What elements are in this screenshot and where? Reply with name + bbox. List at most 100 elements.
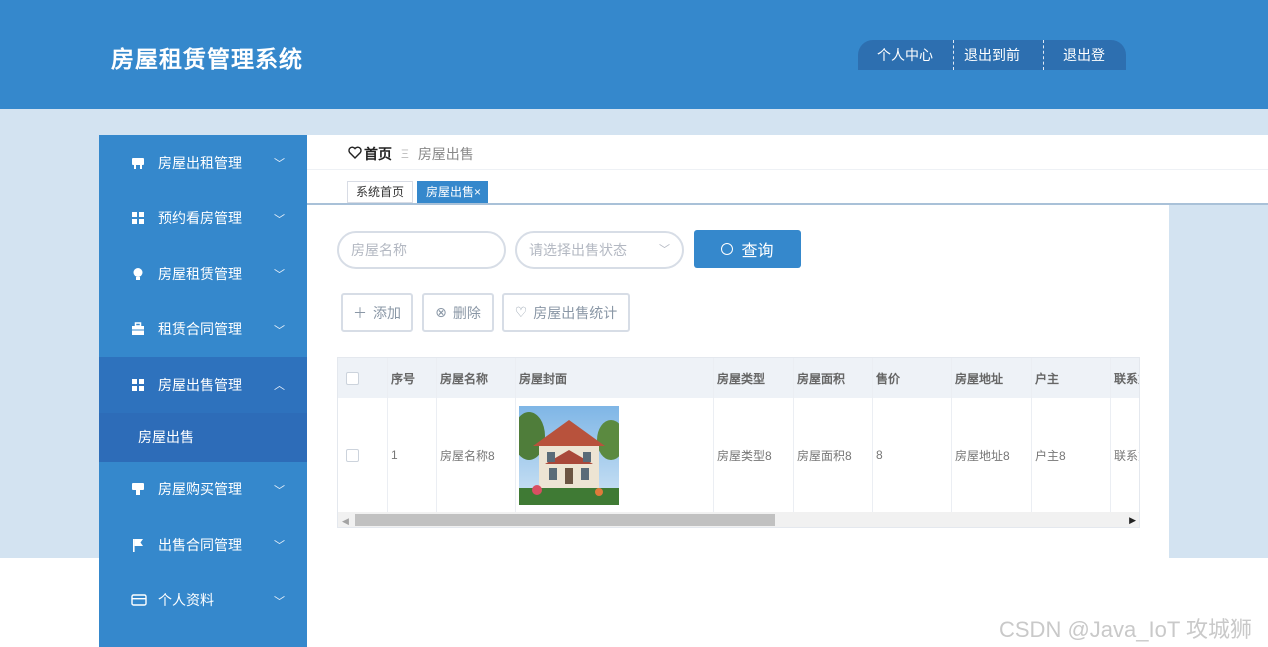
grid-icon [131,378,145,392]
sidebar-item-label: 出售合同管理 [158,536,242,553]
horizontal-scrollbar[interactable]: ◀ ▶ [338,512,1139,527]
sidebar-item-label: 预约看房管理 [158,210,242,227]
sidebar-item-label: 房屋出租管理 [158,154,242,171]
sidebar-item-house-purchase[interactable]: 房屋购买管理 ﹀ [99,462,307,518]
add-button[interactable]: ＋ 添加 [341,293,413,332]
cover-cell [516,398,714,512]
chevron-down-icon: ﹀ [274,540,285,552]
table-cell: 1 [388,398,437,512]
briefcase-icon [131,322,145,336]
sidebar-item-label: 房屋出售管理 [158,376,242,393]
plus-icon: ＋ [353,304,367,321]
sidebar-subitem-house-sale[interactable]: 房屋出售 [99,412,307,462]
exit-to-frontend-link[interactable]: 退出到前台 [954,40,1044,70]
column-header: 房屋类型 [714,358,794,398]
table-row: 1 房屋名称8 房屋类型8 房屋面积8 8 房屋地址8 户主8 联系 [338,398,1139,512]
sidebar: 房屋出租管理 ﹀ 预约看房管理 ﹀ 房屋租赁管理 ﹀ 租赁合同管理 ﹀ 房屋出售… [99,135,307,647]
breadcrumb-current: 房屋出售 [417,146,474,162]
delete-button[interactable]: ⊗ 删除 [422,293,494,332]
add-button-label: 添加 [373,304,401,321]
column-header: 售价 [873,358,952,398]
table-cell: 户主8 [1032,398,1111,512]
heart-icon: ♡ [514,304,528,320]
search-icon [721,243,734,255]
tab-bar: 系统首页 房屋出售× [347,181,492,203]
column-header: 联系方 [1111,358,1139,398]
chevron-down-icon: ﹀ [274,269,285,281]
column-header: 房屋名称 [437,358,516,398]
heart-icon [348,146,362,162]
query-button-label: 查询 [741,243,774,260]
row-checkbox[interactable] [346,448,359,462]
sidebar-item-lease-contract[interactable]: 租赁合同管理 ﹀ [99,302,307,358]
sale-status-placeholder: 请选择出售状态 [529,242,627,258]
sidebar-item-house-sale[interactable]: 房屋出售管理 ︿ [99,357,307,413]
content-top: 首页 Ξ 房屋出售 系统首页 房屋出售× [307,135,1268,205]
delete-button-label: 删除 [452,304,481,321]
chevron-down-icon: ﹀ [274,324,285,337]
scroll-thumb[interactable] [355,514,775,526]
sidebar-item-label: 个人资料 [158,592,214,609]
breadcrumb: 首页 Ξ 房屋出售 [348,144,474,164]
chevron-down-icon: ﹀ [274,158,285,170]
sale-stats-button-label: 房屋出售统计 [533,304,618,321]
table-cell: 8 [873,398,952,512]
header-select-cell [338,358,388,398]
sale-status-select[interactable]: 请选择出售状态 ﹀ [515,231,684,269]
table-cell: 联系方 [1111,398,1139,512]
breadcrumb-separator: Ξ [401,147,409,161]
app-title: 房屋租赁管理系统 [111,46,303,72]
house-cover-image [519,405,619,505]
sidebar-item-label: 房屋租赁管理 [158,265,242,282]
column-header: 房屋封面 [516,358,714,398]
close-icon[interactable]: × [474,185,481,199]
grid-icon [131,211,145,225]
table-cell: 房屋名称8 [437,398,516,512]
watermark: CSDN @Java_IoT 攻城狮 [999,617,1252,642]
tab-label: 房屋出售 [426,185,475,199]
chevron-down-icon: ﹀ [274,595,285,608]
chevron-down-icon: ﹀ [659,244,670,256]
logout-link[interactable]: 退出登录 [1044,40,1126,70]
house-icon [131,156,145,170]
data-table: 序号 房屋名称 房屋封面 房屋类型 房屋面积 售价 房屋地址 户主 联系方 1 … [337,357,1140,528]
select-all-checkbox[interactable] [346,371,359,385]
lightbulb-icon [131,267,145,281]
chevron-down-icon: ﹀ [274,484,285,497]
divider [307,169,1268,170]
query-button[interactable]: 查询 [694,230,801,268]
card-icon [131,593,147,607]
main-panel: 房屋名称 请选择出售状态 ﹀ 查询 ＋ 添加 ⊗ 删除 ♡ 房屋出售统计 序号 … [307,205,1169,558]
sidebar-item-viewing-appointment[interactable]: 预约看房管理 ﹀ [99,191,307,247]
sale-stats-button[interactable]: ♡ 房屋出售统计 [502,293,630,332]
app-header: 房屋租赁管理系统 个人中心 退出到前台 退出登录 [0,0,1268,109]
cup-icon [131,482,145,496]
table-cell: 房屋地址8 [952,398,1032,512]
chevron-up-icon: ︿ [274,380,285,392]
chevron-down-icon: ﹀ [274,213,285,226]
house-name-input[interactable]: 房屋名称 [337,231,506,269]
sidebar-item-profile[interactable]: 个人资料 ﹀ [99,573,307,629]
scroll-right-arrow-icon[interactable]: ▶ [1129,515,1136,526]
tab-house-sale[interactable]: 房屋出售× [417,181,489,203]
column-header: 户主 [1032,358,1111,398]
sidebar-item-label: 房屋购买管理 [158,481,242,498]
personal-center-link[interactable]: 个人中心 [858,40,954,70]
table-header: 序号 房屋名称 房屋封面 房屋类型 房屋面积 售价 房屋地址 户主 联系方 [338,358,1139,398]
column-header: 房屋地址 [952,358,1032,398]
row-select-cell [338,398,388,512]
sidebar-item-rental-listing[interactable]: 房屋出租管理 ﹀ [99,135,307,191]
sidebar-item-lease[interactable]: 房屋租赁管理 ﹀ [99,246,307,302]
table-cell: 房屋类型8 [714,398,794,512]
column-header: 房屋面积 [794,358,873,398]
close-circle-icon: ⊗ [435,304,447,320]
top-actions: 个人中心 退出到前台 退出登录 [858,40,1126,70]
breadcrumb-home[interactable]: 首页 [364,144,392,164]
column-header: 序号 [388,358,437,398]
tab-system-home[interactable]: 系统首页 [347,181,414,203]
scroll-left-arrow-icon[interactable]: ◀ [342,516,349,527]
table-cell: 房屋面积8 [794,398,873,512]
sidebar-item-sale-contract[interactable]: 出售合同管理 ﹀ [99,517,307,573]
flag-icon [131,538,145,552]
sidebar-item-label: 租赁合同管理 [158,321,242,338]
